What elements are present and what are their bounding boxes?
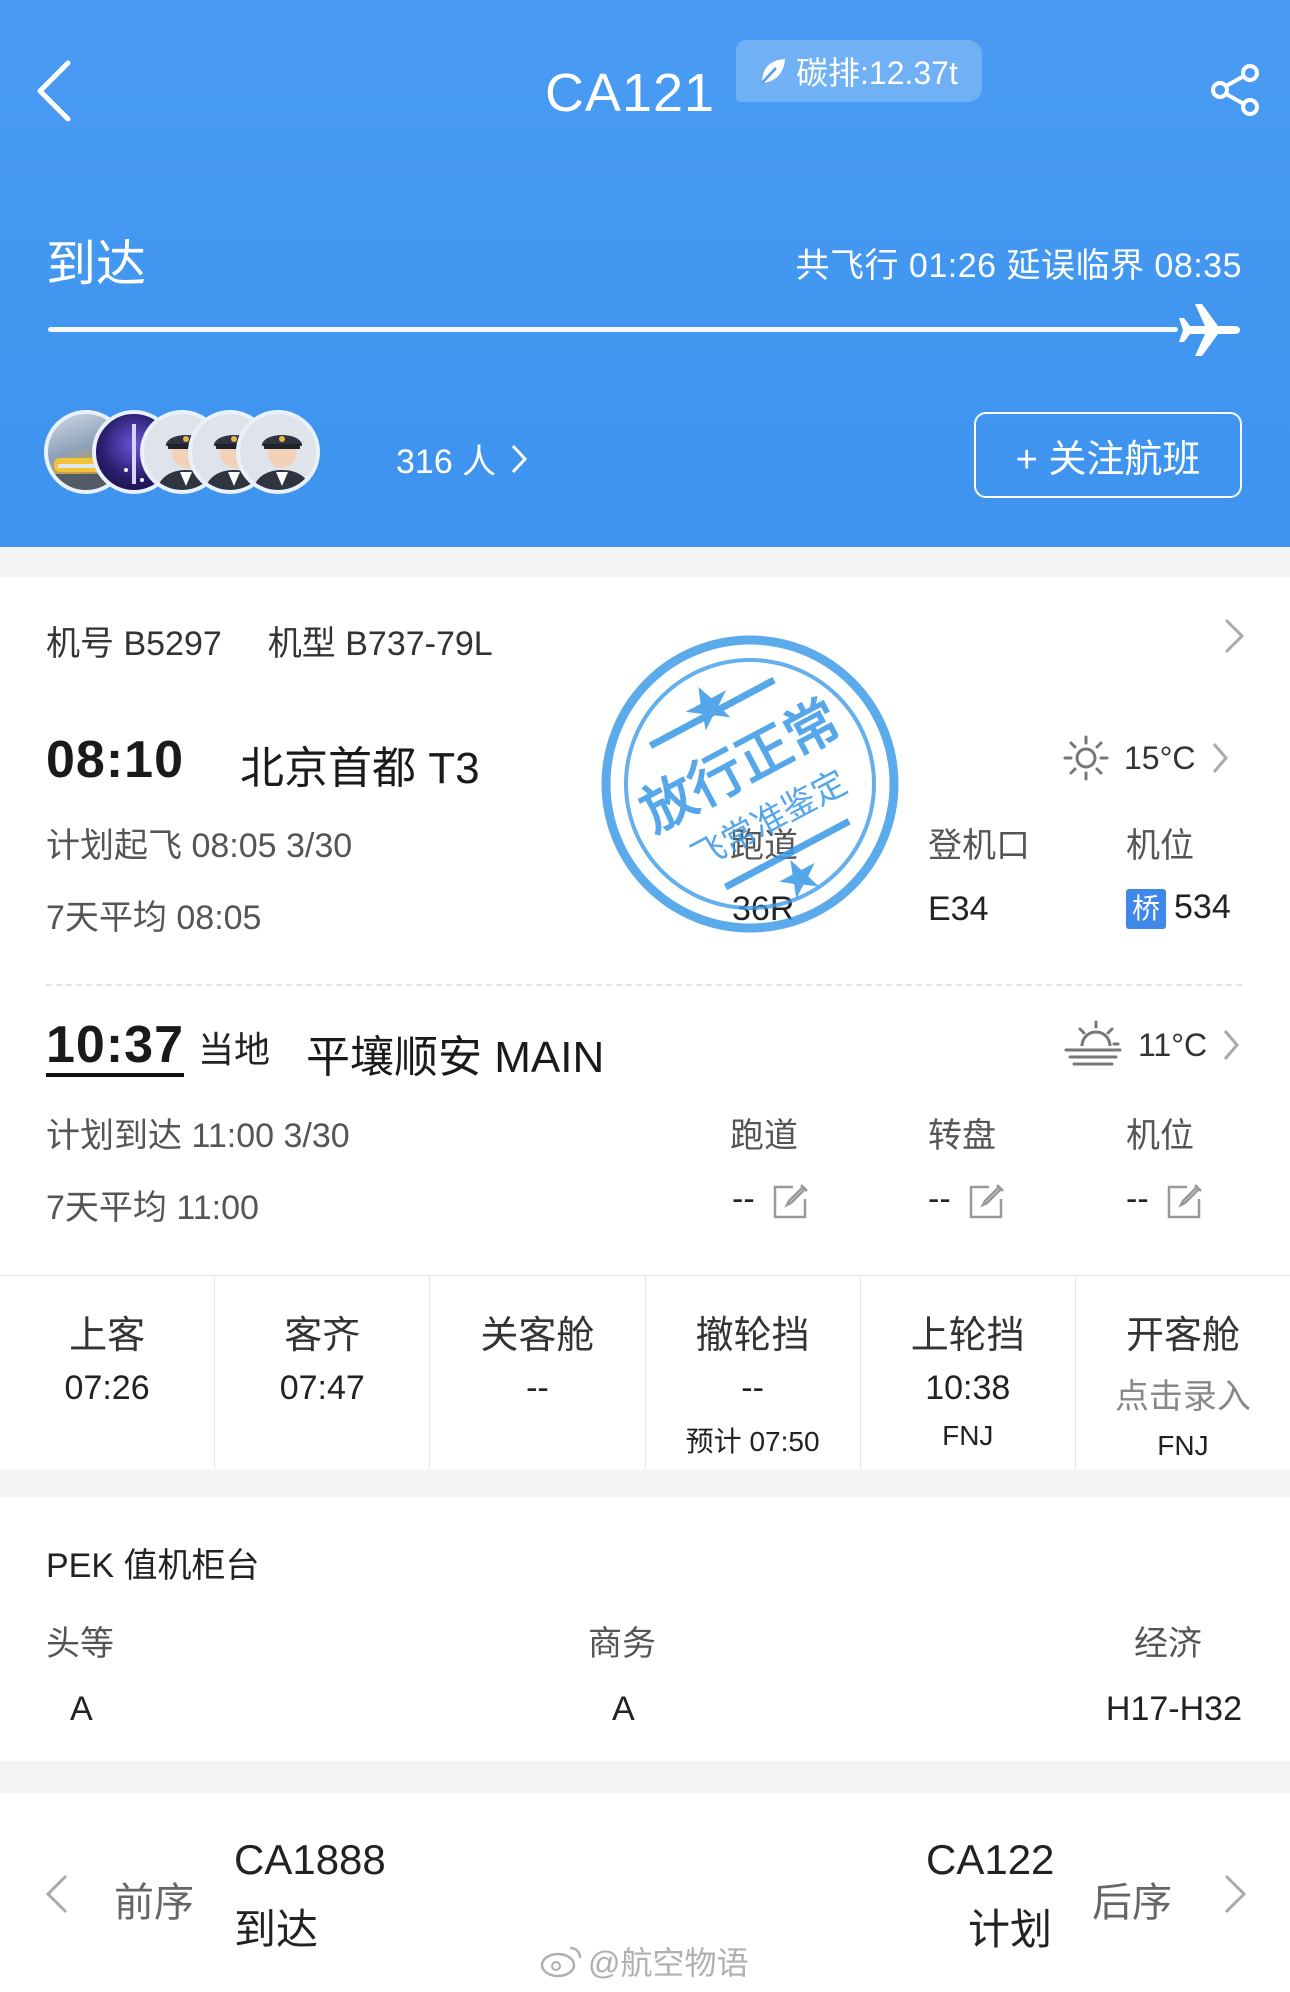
next-flight-status: 计划 xyxy=(968,1906,1053,1953)
milestone-boarding-complete: 客齐 07:47 xyxy=(215,1276,431,1469)
weibo-icon xyxy=(540,1946,582,1978)
follower-avatars[interactable] xyxy=(44,410,384,498)
weibo-watermark: @航空物语 xyxy=(540,1938,749,1984)
edit-icon[interactable] xyxy=(1165,1181,1205,1221)
reg-label: 机号 xyxy=(46,625,114,663)
business-class-label: 商务 xyxy=(588,1625,656,1663)
aircraft-type: B737-79L xyxy=(345,625,493,663)
chevron-right-icon xyxy=(1212,743,1228,773)
followers-count: 316 人 xyxy=(396,443,497,481)
edit-icon[interactable] xyxy=(967,1181,1007,1221)
edit-icon[interactable] xyxy=(771,1181,811,1221)
departure-stand-label: 机位 xyxy=(1126,827,1194,865)
tap-to-enter-link[interactable]: 点击录入 xyxy=(1076,1369,1290,1418)
chevron-right-icon xyxy=(1223,1030,1240,1060)
departure-temperature: 15°C xyxy=(1124,739,1196,776)
carbon-value: 碳排:12.37t xyxy=(796,55,958,91)
share-button[interactable] xyxy=(1208,62,1264,118)
arrival-airport: 平壤顺安 MAIN xyxy=(306,1033,605,1082)
departure-7day-avg: 7天平均 08:05 xyxy=(46,899,262,937)
bridge-badge: 桥 xyxy=(1126,889,1166,930)
gate-value: E34 xyxy=(928,890,989,928)
chevron-right-icon[interactable] xyxy=(1218,616,1248,656)
scheduled-departure: 计划起飞 08:05 3/30 xyxy=(46,827,353,865)
carbon-badge[interactable]: 碳排:12.37t xyxy=(736,40,982,102)
scheduled-arrival: 计划到达 11:00 3/30 xyxy=(46,1117,350,1155)
flight-progress-bar xyxy=(48,327,1178,332)
checkin-title: PEK 值机柜台 xyxy=(46,1547,260,1585)
ground-milestones: 上客 07:26 客齐 07:47 关客舱 -- 撤轮挡 -- 预计 07:50… xyxy=(0,1275,1290,1469)
carousel-field[interactable]: -- xyxy=(928,1180,1007,1221)
chevron-right-icon xyxy=(512,444,528,473)
departure-runway-value: 36R xyxy=(732,890,795,928)
milestone-door-open[interactable]: 开客舱 点击录入 FNJ xyxy=(1076,1276,1290,1469)
arrival-stand-field[interactable]: -- xyxy=(1126,1180,1205,1221)
sunny-icon xyxy=(1063,735,1109,781)
milestone-off-block: 撤轮挡 -- 预计 07:50 xyxy=(646,1276,861,1469)
arrival-weather[interactable]: 11°C xyxy=(1062,1020,1241,1070)
followers-count-link[interactable]: 316 人 xyxy=(396,434,528,483)
arrival-stand-label: 机位 xyxy=(1126,1117,1194,1155)
flight-status: 到达 xyxy=(46,236,146,292)
previous-flight-status: 到达 xyxy=(234,1906,319,1953)
chevron-left-icon[interactable] xyxy=(44,1872,70,1916)
first-class-label: 头等 xyxy=(46,1625,114,1663)
share-icon xyxy=(1211,64,1259,116)
flight-header: CA121 碳排:12.37t 到达 共飞行 01:26 延误临界 08:35 xyxy=(0,0,1290,547)
type-label: 机型 xyxy=(267,625,336,663)
carousel-label: 转盘 xyxy=(928,1117,996,1155)
milestone-boarding: 上客 07:26 xyxy=(0,1276,216,1469)
economy-class-label: 经济 xyxy=(1134,1625,1202,1663)
next-flight-number[interactable]: CA122 xyxy=(926,1836,1054,1884)
haze-sun-icon xyxy=(1064,1020,1122,1066)
arrival-temperature: 11°C xyxy=(1138,1026,1208,1063)
first-class-counter: A xyxy=(70,1690,93,1728)
business-class-counter: A xyxy=(612,1690,635,1728)
departure-weather[interactable]: 15°C xyxy=(1062,734,1230,782)
follow-flight-label: + 关注航班 xyxy=(1015,438,1201,481)
milestone-door-closed: 关客舱 -- xyxy=(430,1276,646,1469)
flight-duration-summary: 共飞行 01:26 延误临界 08:35 xyxy=(795,247,1242,285)
aircraft-reg: B5297 xyxy=(123,625,222,663)
arrival-runway-label: 跑道 xyxy=(730,1117,798,1155)
flight-number-title: CA121 xyxy=(544,63,716,123)
chevron-right-icon[interactable] xyxy=(1222,1872,1248,1916)
milestone-on-block: 上轮挡 10:38 FNJ xyxy=(861,1276,1076,1469)
next-label: 后序 xyxy=(1092,1881,1172,1925)
leaf-icon xyxy=(761,59,785,84)
economy-class-counter: H17-H32 xyxy=(1105,1690,1242,1728)
previous-flight-number[interactable]: CA1888 xyxy=(234,1836,386,1884)
arrival-7day-avg: 7天平均 11:00 xyxy=(46,1189,259,1227)
avatar xyxy=(236,410,320,494)
departure-time: 08:10 xyxy=(46,731,184,789)
section-divider xyxy=(46,984,1242,986)
arrival-time: 10:37 xyxy=(46,1018,184,1077)
plane-icon xyxy=(1179,304,1240,356)
departure-runway-label: 跑道 xyxy=(730,827,798,865)
arrival-runway-field[interactable]: -- xyxy=(732,1180,811,1221)
gate-label: 登机口 xyxy=(928,827,1030,865)
local-time-label: 当地 xyxy=(198,1029,271,1070)
departure-airport: 北京首都 T3 xyxy=(240,744,480,793)
previous-label: 前序 xyxy=(114,1881,194,1925)
departure-stand-value: 桥 534 xyxy=(1126,888,1231,930)
follow-flight-button[interactable]: + 关注航班 xyxy=(974,412,1242,498)
aircraft-info-row[interactable]: 机号 B5297 机型 B737-79L xyxy=(46,616,493,665)
arrival-time-group: 10:37 当地 xyxy=(46,1018,270,1077)
